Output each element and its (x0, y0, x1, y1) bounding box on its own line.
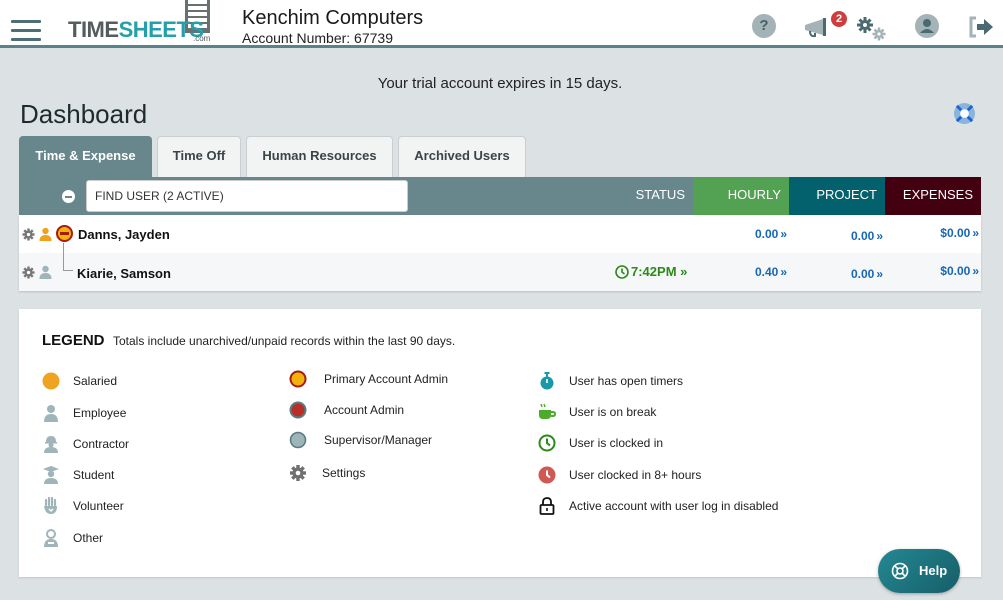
legend-label: Active account with user log in disabled (569, 499, 779, 513)
users-table: Danns, Jayden 0.00» 0.00» $0.00» Kiarie,… (19, 215, 981, 291)
legend-label: User has open timers (569, 374, 684, 388)
users-table-header: STATUS HOURLY PROJECT EXPENSES (19, 177, 981, 215)
logo-text-sheets: SHEETS (118, 17, 205, 42)
legend-label: Employee (73, 406, 127, 420)
legend-label: User clocked in 8+ hours (569, 468, 702, 482)
column-header-status[interactable]: STATUS (619, 177, 693, 215)
user-profile-icon[interactable] (915, 14, 939, 38)
settings-gear-icon (290, 465, 306, 481)
legend-label: User is on break (569, 405, 657, 419)
primary-account-admin-icon (289, 370, 307, 388)
legend-label: User is clocked in (569, 436, 664, 450)
legend-label: Supervisor/Manager (324, 433, 433, 447)
user-name-link[interactable]: Kiarie, Samson (77, 266, 171, 281)
expenses-value-link[interactable]: $0.00» (885, 264, 979, 278)
project-value-link[interactable]: 0.00» (789, 229, 883, 243)
employee-icon (44, 405, 58, 422)
legend-note: Totals include unarchived/unpaid records… (113, 334, 456, 348)
coffee-cup-icon (539, 403, 556, 419)
tab-archived-users[interactable]: Archived Users (398, 136, 526, 177)
tab-time-off[interactable]: Time Off (157, 136, 241, 177)
arrow-icon: » (680, 264, 688, 279)
hourly-value-link[interactable]: 0.00» (693, 227, 787, 241)
help-button[interactable]: Help (878, 549, 960, 593)
expenses-value: $0.00 (940, 264, 971, 278)
legend-panel: LEGEND Totals include unarchived/unpaid … (19, 309, 981, 577)
company-name: Kenchim Computers (242, 7, 424, 29)
arrow-icon: » (876, 229, 883, 243)
clocked-in-status-link[interactable]: 7:42PM » (615, 264, 687, 279)
lock-icon (539, 497, 555, 515)
page-title: Dashboard (20, 99, 148, 129)
expenses-value: $0.00 (940, 226, 971, 240)
notification-count-badge[interactable]: 2 (831, 11, 847, 27)
salaried-user-icon (39, 227, 52, 241)
legend-label: Contractor (73, 437, 130, 451)
legend-label: Primary Account Admin (324, 372, 449, 386)
project-value-link[interactable]: 0.00» (789, 267, 883, 281)
clock-in-time: 7:42PM (631, 264, 677, 279)
student-icon (43, 466, 59, 484)
legend-label: Other (73, 531, 104, 545)
volunteer-icon (44, 497, 57, 514)
column-header-project[interactable]: PROJECT (789, 177, 885, 215)
top-bar: TIMESHEETS .com Kenchim Computers Accoun… (0, 0, 1003, 48)
legend-label: Student (73, 468, 115, 482)
table-row: Kiarie, Samson 7:42PM » 0.40» 0.00» $0.0… (19, 243, 981, 291)
user-name-link[interactable]: Danns, Jayden (78, 227, 170, 242)
legend-label: Account Admin (324, 403, 405, 417)
supervisor-manager-icon (289, 431, 307, 449)
legend-label: Salaried (73, 374, 118, 388)
expenses-value-link[interactable]: $0.00» (885, 226, 979, 240)
arrow-icon: » (780, 227, 787, 241)
stopwatch-icon (540, 372, 554, 390)
contractor-icon (44, 436, 58, 453)
logo-dotcom: .com (193, 34, 211, 43)
clock-red-icon (538, 466, 556, 484)
employee-user-icon (39, 265, 52, 279)
project-value: 0.00 (850, 267, 875, 281)
account-number: Account Number: 67739 (242, 30, 393, 46)
legend-title: LEGEND (42, 332, 105, 349)
hierarchy-connector (63, 243, 73, 271)
help-button-label: Help (919, 563, 948, 578)
settings-gear-icon[interactable] (22, 228, 35, 241)
primary-account-admin-icon (56, 225, 73, 242)
tab-human-resources[interactable]: Human Resources (246, 136, 393, 177)
logout-icon[interactable] (968, 16, 994, 38)
dashboard-tabs: Time & Expense Time Off Human Resources … (19, 136, 531, 177)
timesheets-logo[interactable]: TIMESHEETS .com (68, 0, 218, 46)
tab-time-expense[interactable]: Time & Expense (19, 136, 152, 177)
logo-text-time: TIME (68, 17, 119, 42)
account-admin-icon (289, 401, 307, 419)
legend-label: Volunteer (73, 499, 124, 513)
other-icon (44, 529, 58, 547)
project-value: 0.00 (850, 229, 875, 243)
column-header-expenses[interactable]: EXPENSES (885, 177, 981, 215)
arrow-icon: » (972, 264, 979, 278)
support-lifering-icon[interactable] (953, 102, 976, 125)
lifebuoy-help-icon (891, 562, 909, 580)
clock-green-icon (615, 265, 629, 279)
help-question-icon[interactable]: ? (752, 14, 776, 38)
announcements-megaphone-icon[interactable] (803, 18, 833, 38)
hourly-value: 0.40 (754, 265, 779, 279)
trial-expiry-notice: Your trial account expires in 15 days. (377, 75, 623, 92)
arrow-icon: » (972, 226, 979, 240)
arrow-icon: » (780, 265, 787, 279)
clock-green-icon (538, 434, 556, 452)
legend-label: Settings (322, 466, 366, 480)
hourly-value-link[interactable]: 0.40» (693, 265, 787, 279)
hourly-value: 0.00 (754, 227, 779, 241)
column-header-hourly[interactable]: HOURLY (693, 177, 789, 215)
find-user-input[interactable] (86, 180, 408, 212)
collapse-all-icon[interactable] (62, 190, 75, 203)
arrow-icon: » (876, 267, 883, 281)
table-row: Danns, Jayden 0.00» 0.00» $0.00» (19, 215, 981, 253)
settings-gear-icon[interactable] (22, 266, 35, 279)
settings-gears-icon[interactable] (856, 16, 888, 42)
salaried-dot-icon (42, 372, 60, 390)
hamburger-menu-icon[interactable] (11, 20, 41, 44)
